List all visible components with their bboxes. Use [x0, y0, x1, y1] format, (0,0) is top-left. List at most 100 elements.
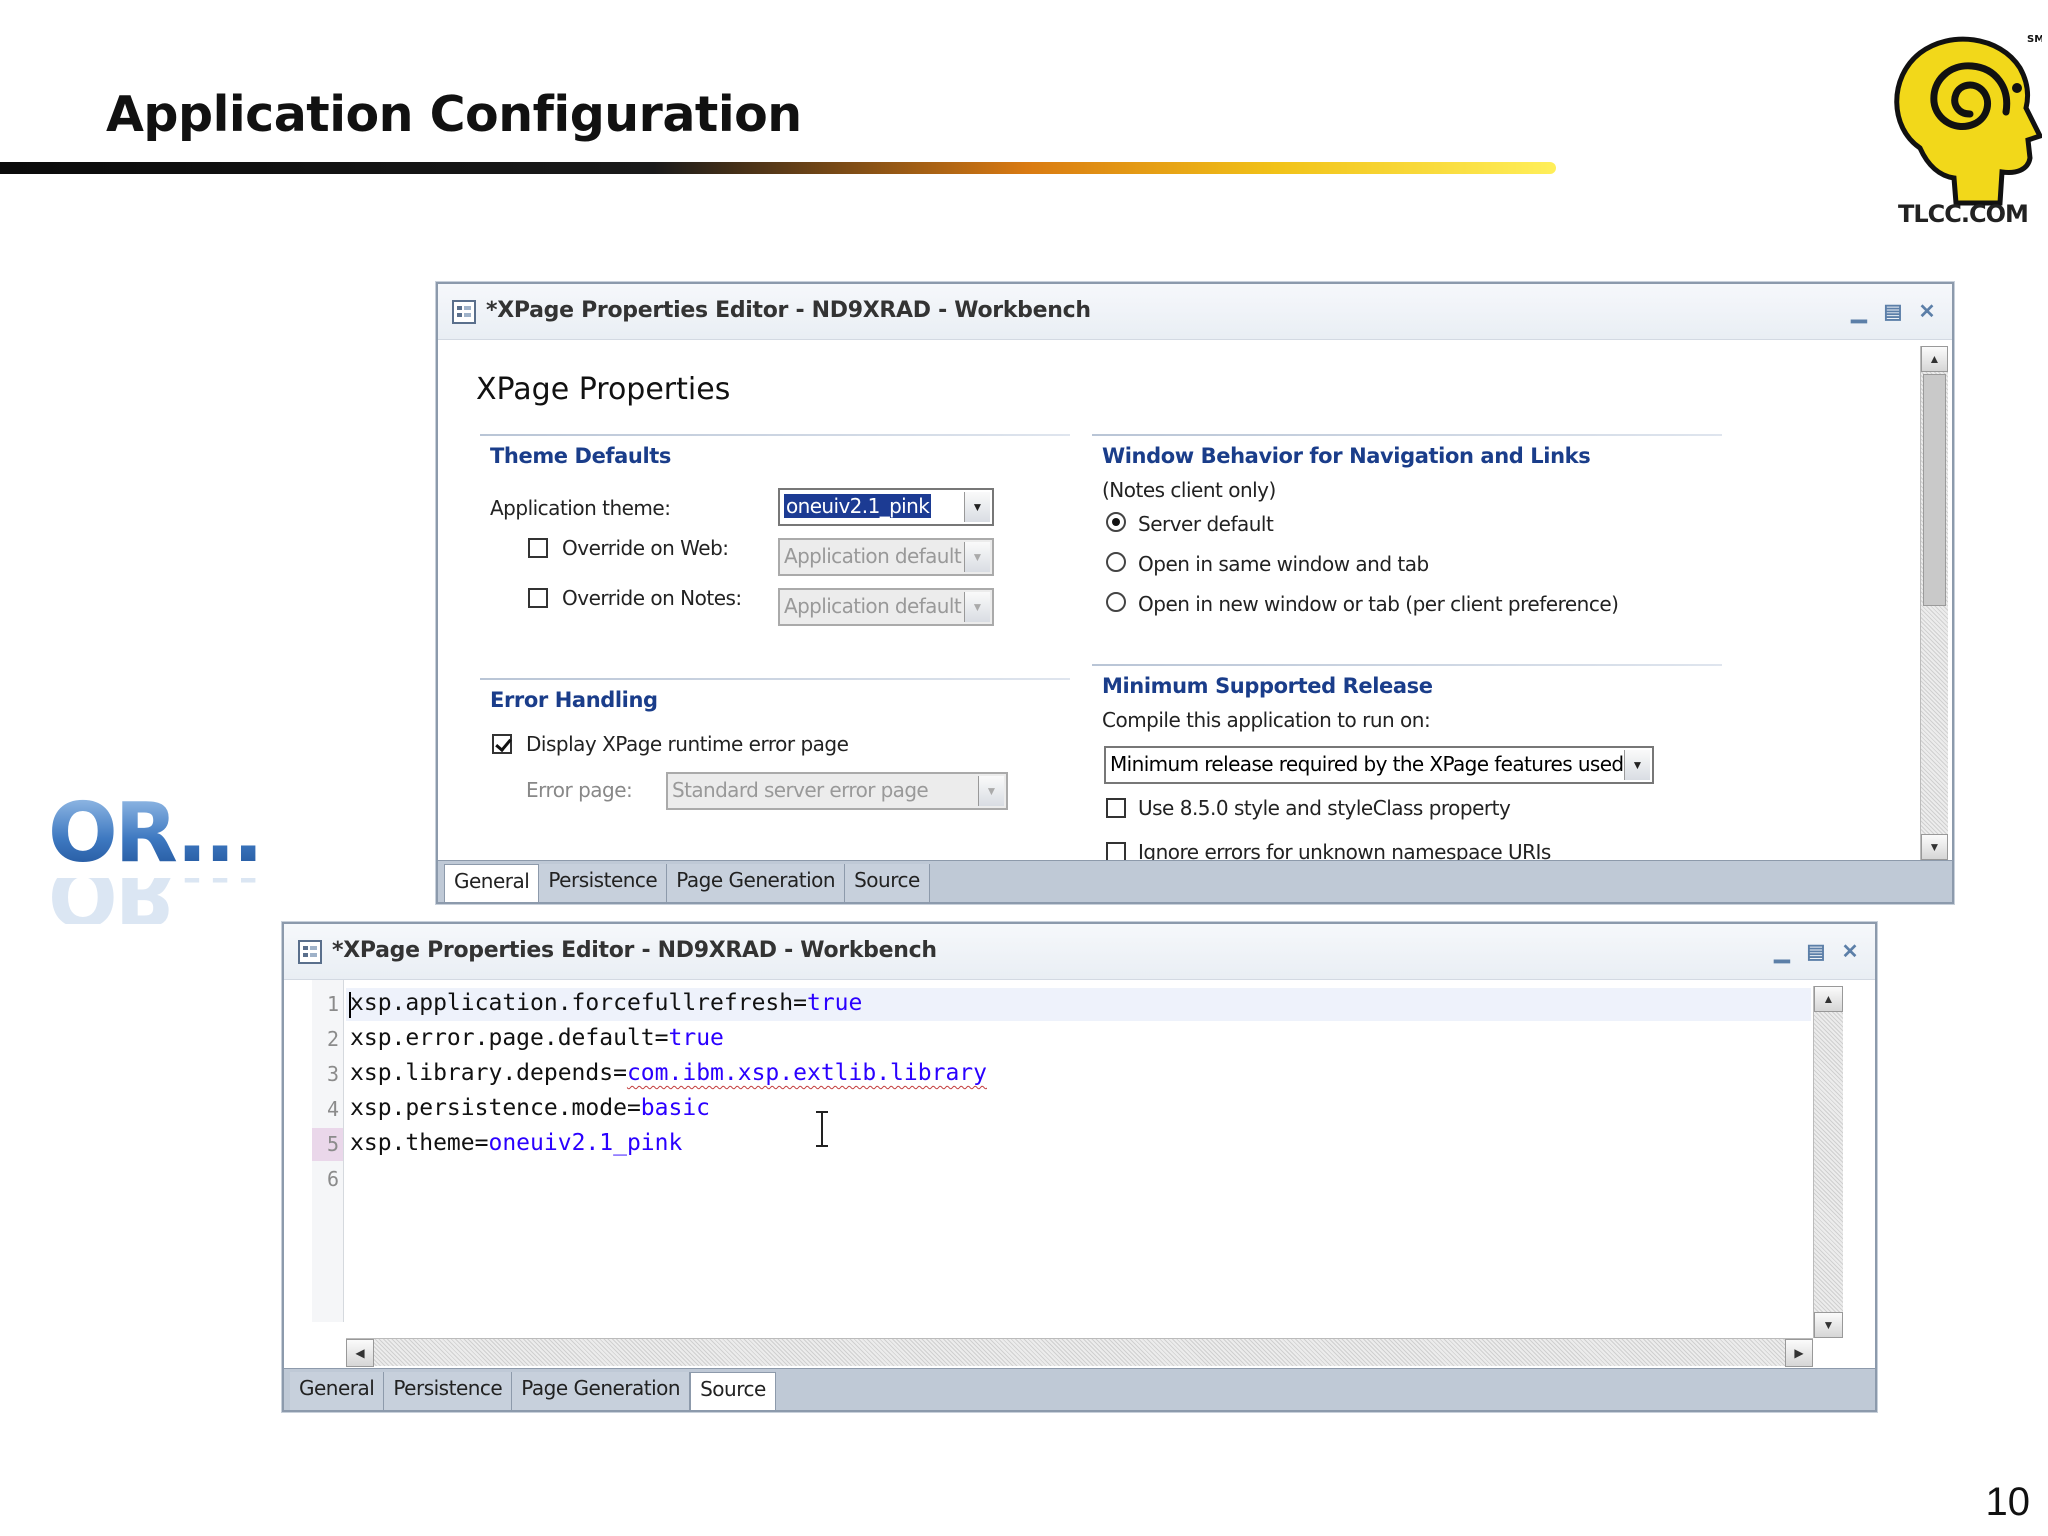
tab-page-generation[interactable]: Page Generation	[667, 864, 846, 902]
line-number: 5	[326, 1132, 339, 1156]
maximize-icon[interactable]: ▤	[1805, 940, 1827, 963]
code-line: xsp.application.forcefullrefresh=true	[350, 990, 863, 1016]
tab-persistence[interactable]: Persistence	[539, 864, 668, 902]
text-cursor-icon	[816, 1111, 828, 1147]
ignore-errors-label: Ignore errors for unknown namespace URIs	[1138, 840, 1551, 862]
min-release-heading: Minimum Supported Release	[1102, 674, 1433, 698]
window-title: *XPage Properties Editor - ND9XRAD - Wor…	[486, 298, 1091, 323]
window-behavior-section: Window Behavior for Navigation and Links…	[1092, 434, 1722, 634]
line-number: 2	[326, 1027, 339, 1051]
override-web-value: Application default	[784, 544, 962, 568]
scrollbar-thumb[interactable]	[1923, 374, 1946, 606]
window-behavior-heading: Window Behavior for Navigation and Links	[1102, 444, 1591, 468]
window-title: *XPage Properties Editor - ND9XRAD - Wor…	[332, 938, 937, 963]
override-web-combo: Application default ▼	[778, 538, 994, 576]
style-label: Use 8.5.0 style and styleClass property	[1138, 796, 1511, 820]
window-titlebar: *XPage Properties Editor - ND9XRAD - Wor…	[438, 284, 1952, 340]
close-icon[interactable]: ✕	[1839, 940, 1861, 963]
editor-tabs: General Persistence Page Generation Sour…	[284, 1368, 1875, 1410]
chevron-down-icon: ▼	[964, 542, 990, 572]
chevron-down-icon[interactable]: ▼	[964, 492, 990, 522]
override-notes-checkbox[interactable]	[528, 588, 548, 608]
override-web-label: Override on Web:	[562, 536, 729, 560]
override-notes-combo: Application default ▼	[778, 588, 994, 626]
window-titlebar: *XPage Properties Editor - ND9XRAD - Wor…	[284, 924, 1875, 980]
tab-general[interactable]: General	[290, 1372, 385, 1410]
properties-editor-icon	[298, 940, 322, 964]
or-text: OR...	[48, 786, 264, 881]
editor-tabs: General Persistence Page Generation Sour…	[438, 860, 1952, 902]
option-server-default-label: Server default	[1138, 512, 1274, 536]
error-page-label: Error page:	[526, 778, 633, 802]
line-number-gutter: 1 2 3 4 5 6	[312, 980, 344, 1322]
compile-label: Compile this application to run on:	[1102, 708, 1431, 732]
code-line: xsp.error.page.default=true	[350, 1025, 724, 1051]
code-line: xsp.library.depends=com.ibm.xsp.extlib.l…	[350, 1060, 987, 1086]
line-number: 1	[326, 992, 339, 1016]
chevron-down-icon: ▼	[964, 592, 990, 622]
code-line: xsp.theme=oneuiv2.1_pink	[350, 1130, 683, 1156]
title-rule	[0, 162, 1556, 174]
xpage-properties-window-design: *XPage Properties Editor - ND9XRAD - Wor…	[436, 282, 1954, 904]
line-number: 4	[326, 1097, 339, 1121]
form-title: XPage Properties	[476, 372, 731, 407]
ignore-errors-checkbox[interactable]	[1106, 842, 1126, 862]
option-same-window-label: Open in same window and tab	[1138, 552, 1429, 576]
tab-source[interactable]: Source	[845, 864, 930, 902]
or-label: OR... OR...	[48, 786, 264, 930]
scroll-left-icon[interactable]: ◀	[346, 1339, 374, 1367]
close-icon[interactable]: ✕	[1916, 300, 1938, 323]
vertical-scrollbar[interactable]: ▲ ▼	[1920, 346, 1948, 860]
xpage-properties-window-source: *XPage Properties Editor - ND9XRAD - Wor…	[282, 922, 1877, 1412]
option-new-window-label: Open in new window or tab (per client pr…	[1138, 592, 1619, 616]
error-page-combo: Standard server error page ▼	[666, 772, 1008, 810]
tab-persistence[interactable]: Persistence	[384, 1372, 513, 1410]
app-theme-combo[interactable]: oneuiv2.1_pink ▼	[778, 488, 994, 526]
display-error-label: Display XPage runtime error page	[526, 732, 849, 756]
radio-new-window[interactable]	[1106, 592, 1126, 612]
horizontal-scrollbar[interactable]: ◀ ▶	[346, 1338, 1813, 1367]
scroll-down-icon[interactable]: ▼	[1814, 1312, 1843, 1338]
code-line: xsp.persistence.mode=basic	[350, 1095, 711, 1121]
error-page-value: Standard server error page	[672, 778, 929, 802]
vertical-scrollbar[interactable]: ▲ ▼	[1813, 986, 1843, 1338]
error-handling-heading: Error Handling	[490, 688, 658, 712]
error-handling-section: Error Handling Display XPage runtime err…	[480, 678, 1070, 818]
scroll-up-icon[interactable]: ▲	[1814, 986, 1843, 1012]
or-reflection: OR...	[48, 878, 258, 924]
override-notes-value: Application default	[784, 594, 962, 618]
tab-page-generation[interactable]: Page Generation	[512, 1372, 691, 1410]
minimize-icon[interactable]: ▁	[1848, 300, 1870, 323]
compile-value: Minimum release required by the XPage fe…	[1110, 752, 1624, 776]
scroll-up-icon[interactable]: ▲	[1921, 346, 1948, 372]
maximize-icon[interactable]: ▤	[1882, 300, 1904, 323]
slide-title: Application Configuration	[106, 86, 802, 143]
min-release-section: Minimum Supported Release Compile this a…	[1092, 664, 1722, 862]
minimize-icon[interactable]: ▁	[1771, 940, 1793, 963]
scroll-down-icon[interactable]: ▼	[1921, 834, 1948, 860]
override-notes-label: Override on Notes:	[562, 586, 742, 610]
theme-defaults-section: Theme Defaults Application theme: oneuiv…	[480, 434, 1070, 634]
radio-server-default[interactable]	[1106, 512, 1126, 532]
compile-combo[interactable]: Minimum release required by the XPage fe…	[1104, 746, 1654, 784]
scroll-right-icon[interactable]: ▶	[1785, 1339, 1813, 1367]
display-error-checkbox[interactable]	[492, 734, 512, 754]
line-number: 6	[326, 1167, 339, 1191]
logo-text: TLCC.COM	[1898, 200, 2029, 228]
properties-editor-icon	[452, 300, 476, 324]
window-behavior-subtitle: (Notes client only)	[1102, 478, 1276, 502]
radio-same-window[interactable]	[1106, 552, 1126, 572]
tab-general[interactable]: General	[444, 864, 540, 902]
override-web-checkbox[interactable]	[528, 538, 548, 558]
logo-sm-mark: SM	[2027, 34, 2042, 45]
app-theme-value: oneuiv2.1_pink	[784, 494, 932, 518]
theme-defaults-heading: Theme Defaults	[490, 444, 672, 468]
page-number: 10	[1985, 1480, 2031, 1524]
style-checkbox[interactable]	[1106, 798, 1126, 818]
tab-source[interactable]: Source	[690, 1372, 776, 1410]
app-theme-label: Application theme:	[490, 496, 671, 520]
chevron-down-icon: ▼	[978, 776, 1004, 806]
source-editor[interactable]: xsp.application.forcefullrefresh=true xs…	[346, 980, 1811, 1322]
chevron-down-icon[interactable]: ▼	[1624, 750, 1650, 780]
line-number: 3	[326, 1062, 339, 1086]
